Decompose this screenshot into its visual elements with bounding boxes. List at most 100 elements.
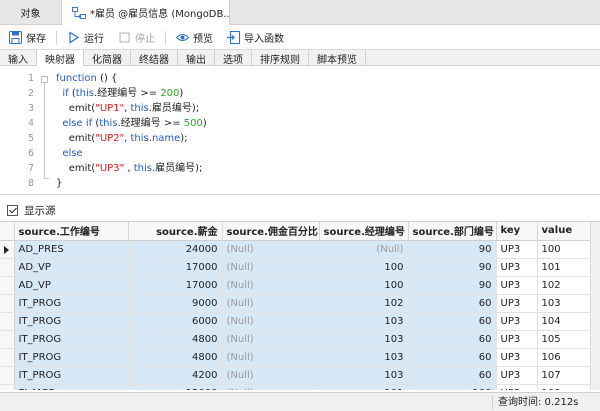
table-cell[interactable]: UP3 [496,384,538,390]
table-row[interactable]: IT_PROG 6000 (Null) 103 60 UP3 104 [0,312,591,331]
tab-collation[interactable]: 排序规则 [252,50,309,66]
table-cell[interactable]: 108 [537,384,591,390]
table-cell[interactable]: (Null) [222,276,320,295]
table-row[interactable]: AD_VP 17000 (Null) 100 90 UP3 102 [0,276,591,295]
table-cell[interactable]: (Null) [222,366,320,385]
table-cell[interactable]: FI_MGR [14,384,129,390]
table-cell[interactable]: 17000 [128,258,223,277]
table-cell[interactable]: (Null) [222,330,320,349]
row-header[interactable] [0,240,15,259]
tab-mapreduce-editor[interactable]: *雇员 @雇员信息 (MongoDB... [62,0,230,25]
preview-button[interactable]: 预览 [172,28,217,48]
import-function-button[interactable]: 导入函数 [223,28,288,48]
table-cell[interactable]: IT_PROG [14,330,129,349]
table-cell[interactable]: 90 [408,258,497,277]
table-cell[interactable]: 100 [537,240,591,259]
table-cell[interactable]: 6000 [128,312,223,331]
row-header[interactable] [0,366,15,385]
table-cell[interactable]: 90 [408,240,497,259]
tab-mapper[interactable]: 映射器 [37,50,84,66]
table-row[interactable]: AD_PRES 24000 (Null) (Null) 90 UP3 100 [0,240,591,259]
table-cell[interactable]: 4800 [128,330,223,349]
table-cell[interactable]: IT_PROG [14,294,129,313]
table-cell[interactable]: 103 [319,366,409,385]
table-cell[interactable]: 101 [319,384,409,390]
row-header[interactable] [0,330,15,349]
tab-objects[interactable]: 对象 [0,0,62,25]
tab-script-preview[interactable]: 脚本预览 [309,50,366,66]
tab-finalizer[interactable]: 终结器 [131,50,178,66]
stop-button[interactable]: 停止 [114,28,159,48]
run-button[interactable]: 运行 [63,28,108,48]
table-cell[interactable]: 90 [408,276,497,295]
tab-input[interactable]: 输入 [0,50,37,66]
table-cell[interactable]: IT_PROG [14,348,129,367]
column-header[interactable]: source.薪金 [128,222,223,241]
save-button[interactable]: 保存 [5,28,50,48]
row-header[interactable] [0,276,15,295]
show-source-checkbox[interactable] [7,204,18,216]
table-cell[interactable]: UP3 [496,366,538,385]
table-cell[interactable]: (Null) [222,294,320,313]
table-cell[interactable]: UP3 [496,240,538,259]
tab-options[interactable]: 选项 [215,50,252,66]
table-cell[interactable]: 12000 [128,384,223,390]
tab-reducer[interactable]: 化简器 [84,50,131,66]
table-cell[interactable]: 101 [537,258,591,277]
table-cell[interactable]: UP3 [496,258,538,277]
table-cell[interactable]: (Null) [222,384,320,390]
table-cell[interactable]: 100 [319,258,409,277]
table-cell[interactable]: (Null) [222,240,320,259]
table-cell[interactable]: AD_VP [14,258,129,277]
table-cell[interactable]: 102 [537,276,591,295]
table-cell[interactable]: AD_VP [14,276,129,295]
table-cell[interactable]: 60 [408,312,497,331]
fold-toggle[interactable] [41,76,48,83]
table-cell[interactable]: (Null) [222,258,320,277]
table-cell[interactable]: (Null) [319,240,409,259]
row-header[interactable] [0,258,15,277]
table-cell[interactable]: 100 [319,276,409,295]
table-row[interactable]: AD_VP 17000 (Null) 100 90 UP3 101 [0,258,591,277]
table-row[interactable]: IT_PROG 4800 (Null) 103 60 UP3 106 [0,348,591,367]
table-cell[interactable]: 4200 [128,366,223,385]
table-cell[interactable]: UP3 [496,330,538,349]
table-cell[interactable]: 100 [408,384,497,390]
row-header[interactable] [0,348,15,367]
table-cell[interactable]: 102 [319,294,409,313]
table-cell[interactable]: 17000 [128,276,223,295]
table-row[interactable]: IT_PROG 9000 (Null) 102 60 UP3 103 [0,294,591,313]
table-cell[interactable]: 4800 [128,348,223,367]
row-header[interactable] [0,312,15,331]
vertical-scrollbar[interactable] [590,222,600,390]
table-row[interactable]: FI_MGR12000(Null)101100UP3108 [0,384,591,390]
table-cell[interactable]: 103 [319,312,409,331]
table-cell[interactable]: 103 [319,348,409,367]
table-cell[interactable]: UP3 [496,276,538,295]
table-cell[interactable]: 104 [537,312,591,331]
column-header[interactable]: source.部门编号 [408,222,497,241]
table-cell[interactable]: 9000 [128,294,223,313]
table-cell[interactable]: 105 [537,330,591,349]
table-cell[interactable]: (Null) [222,348,320,367]
table-cell[interactable]: 60 [408,348,497,367]
column-header[interactable]: value [537,222,591,241]
table-cell[interactable]: 103 [319,330,409,349]
column-header[interactable]: source.佣金百分比 [222,222,320,241]
table-cell[interactable]: AD_PRES [14,240,129,259]
table-cell[interactable]: (Null) [222,312,320,331]
column-header[interactable]: key [496,222,538,241]
table-cell[interactable]: IT_PROG [14,366,129,385]
table-row[interactable]: IT_PROG 4800 (Null) 103 60 UP3 105 [0,330,591,349]
table-row[interactable]: IT_PROG 4200 (Null) 103 60 UP3 107 [0,366,591,385]
table-cell[interactable]: 103 [537,294,591,313]
table-cell[interactable]: UP3 [496,294,538,313]
table-cell[interactable]: 60 [408,330,497,349]
table-cell[interactable]: 107 [537,366,591,385]
row-header[interactable] [0,384,15,390]
table-cell[interactable]: 60 [408,366,497,385]
column-header[interactable]: source.工作编号 [14,222,129,241]
table-cell[interactable]: 106 [537,348,591,367]
table-cell[interactable]: 24000 [128,240,223,259]
table-cell[interactable]: UP3 [496,312,538,331]
